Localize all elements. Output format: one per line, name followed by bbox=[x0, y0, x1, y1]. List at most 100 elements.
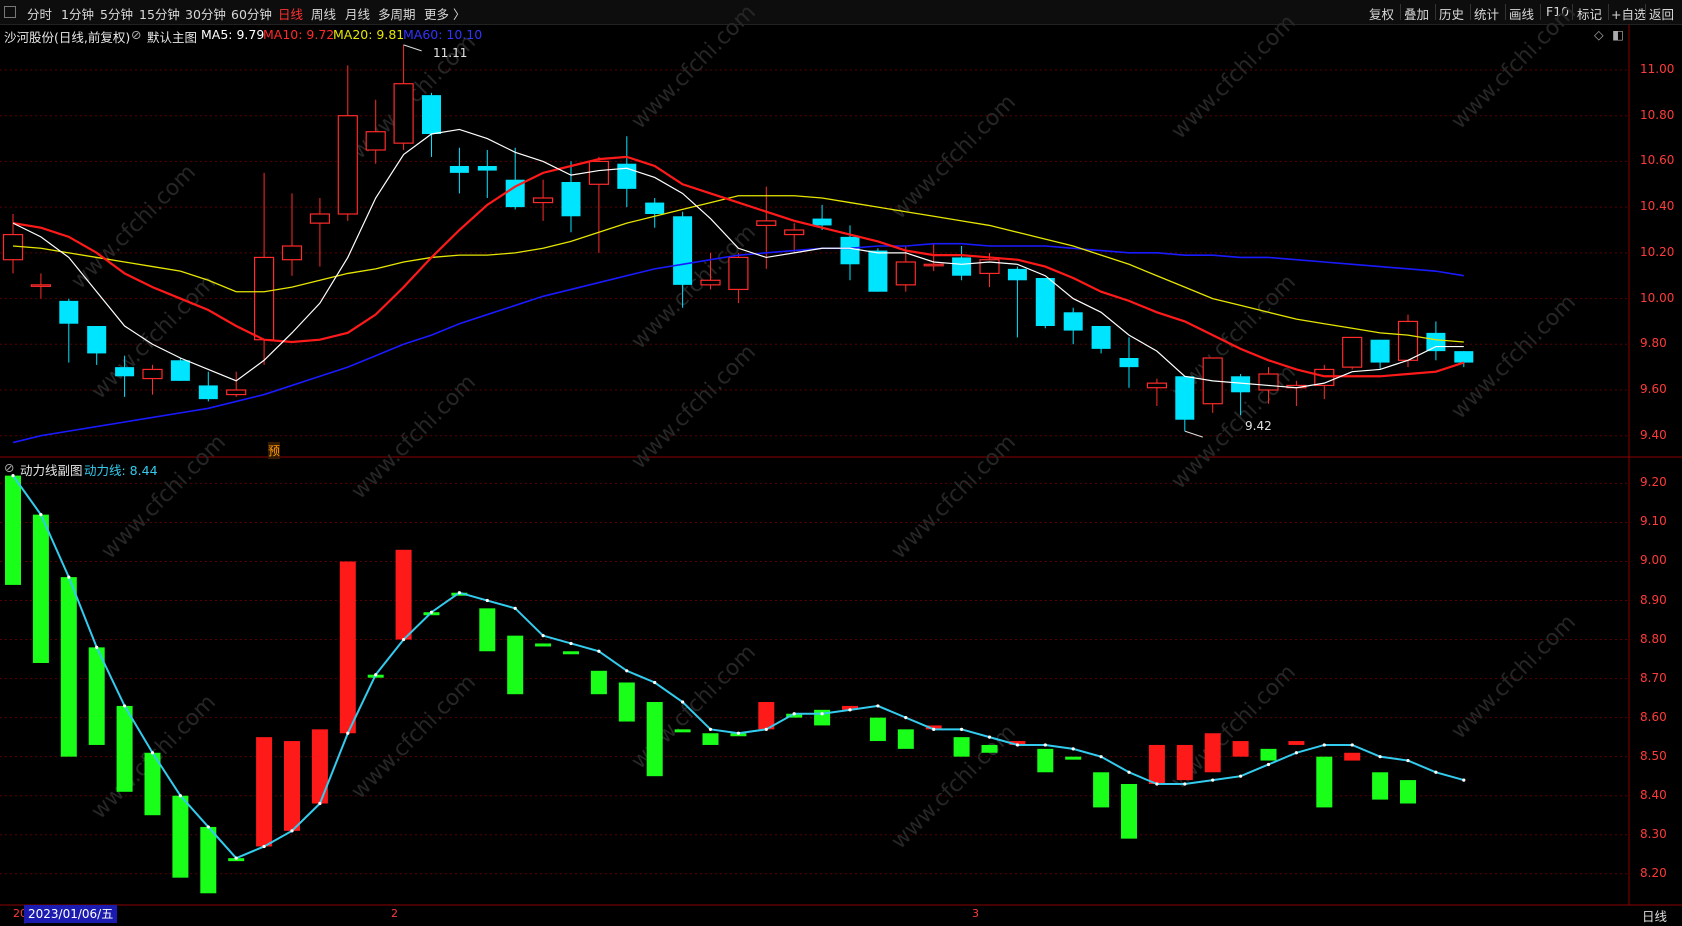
watermark-text: www.cfchi.com bbox=[627, 0, 761, 134]
power-point bbox=[597, 649, 601, 653]
sub-y-tick: 8.50 bbox=[1640, 748, 1667, 763]
power-line-label: 动力线: 8.44 bbox=[84, 463, 158, 478]
low-pointer bbox=[1184, 430, 1203, 438]
main-y-tick: 10.40 bbox=[1640, 199, 1675, 214]
candle-down bbox=[617, 163, 637, 189]
power-point bbox=[39, 513, 43, 517]
candle-down bbox=[1091, 326, 1111, 349]
power-bar-down bbox=[702, 733, 719, 745]
power-bar-down bbox=[1260, 748, 1277, 761]
power-bar-up bbox=[256, 737, 273, 847]
kline-chart[interactable]: www.cfchi.com www.cfchi.com www.cfchi.com w… bbox=[0, 0, 1682, 926]
power-point bbox=[485, 598, 489, 603]
low-price-marker: 9.42 bbox=[1245, 419, 1272, 433]
power-point bbox=[150, 751, 155, 755]
candle-up bbox=[281, 245, 303, 261]
candle-up bbox=[254, 256, 275, 341]
power-point bbox=[402, 637, 406, 642]
power-bar-up bbox=[1288, 741, 1305, 745]
main-y-tick: 10.80 bbox=[1640, 107, 1675, 122]
watermark-text: www.cfchi.com bbox=[67, 160, 201, 294]
candle-up bbox=[756, 220, 777, 227]
main-y-tick: 10.00 bbox=[1640, 290, 1675, 305]
candle-down bbox=[477, 166, 497, 171]
power-point bbox=[541, 634, 545, 638]
power-point bbox=[1266, 762, 1271, 767]
candle-up bbox=[365, 131, 386, 151]
candle-down bbox=[1007, 268, 1027, 281]
diamond-icon[interactable]: ◇ bbox=[1594, 27, 1604, 42]
candle-up bbox=[532, 197, 554, 204]
power-bar-down bbox=[116, 705, 133, 792]
sub-y-tick: 8.90 bbox=[1640, 592, 1667, 607]
power-bar-down bbox=[897, 729, 914, 749]
power-point bbox=[1434, 770, 1438, 774]
power-bar-down bbox=[869, 717, 886, 742]
main-y-tick: 11.00 bbox=[1640, 62, 1675, 76]
candle-down bbox=[87, 326, 107, 354]
watermark-text: www.cfchi.com bbox=[97, 430, 231, 564]
sub-y-tick: 9.20 bbox=[1640, 475, 1667, 490]
power-point bbox=[848, 708, 852, 712]
power-point bbox=[1350, 743, 1354, 747]
power-point bbox=[876, 704, 880, 708]
power-bar-down bbox=[32, 514, 49, 663]
candle-up bbox=[226, 389, 247, 396]
sub-y-tick: 8.60 bbox=[1640, 709, 1667, 724]
candle-up bbox=[30, 284, 51, 287]
candle-up bbox=[895, 261, 916, 286]
high-pointer bbox=[403, 44, 422, 52]
power-bar-down bbox=[5, 475, 21, 585]
candle-up bbox=[1342, 336, 1363, 368]
watermark-text: www.cfchi.com bbox=[887, 90, 1021, 224]
power-point bbox=[67, 575, 71, 579]
power-bar-down bbox=[1121, 783, 1137, 839]
candle-down bbox=[1063, 312, 1083, 331]
power-point bbox=[987, 735, 992, 739]
ma20-label: MA20: 9.81 bbox=[333, 27, 405, 42]
power-point bbox=[206, 825, 210, 829]
main-y-tick: 9.80 bbox=[1640, 336, 1667, 351]
power-point bbox=[932, 727, 936, 731]
power-point bbox=[1183, 782, 1187, 786]
power-bar-down bbox=[88, 647, 105, 745]
candle-up bbox=[337, 115, 358, 215]
sub-indicator-name[interactable]: 动力线副图 bbox=[20, 460, 83, 479]
month-mark-2: 2 bbox=[391, 907, 398, 920]
panel-icon[interactable]: ◧ bbox=[1612, 27, 1624, 42]
power-bar-down bbox=[981, 744, 998, 753]
main-indicator-name[interactable]: 默认主图 bbox=[147, 27, 197, 46]
sub-indicator-toggle-icon[interactable]: ⊘ bbox=[4, 460, 14, 475]
indicator-toggle-icon[interactable]: ⊘ bbox=[131, 27, 141, 42]
stock-title: 沙河股份(日线,前复权) bbox=[4, 30, 131, 45]
power-point bbox=[792, 712, 796, 716]
sub-y-tick: 8.20 bbox=[1640, 865, 1667, 880]
power-bar-up bbox=[1176, 744, 1193, 781]
power-bar-down bbox=[953, 737, 970, 757]
power-point bbox=[820, 712, 824, 716]
power-point bbox=[569, 641, 573, 646]
candle-up bbox=[728, 256, 749, 291]
candle-down bbox=[198, 385, 218, 400]
power-point bbox=[318, 801, 322, 806]
watermark-text: www.cfchi.com bbox=[887, 430, 1021, 564]
main-y-tick: 9.40 bbox=[1640, 427, 1667, 442]
candle-down bbox=[1454, 351, 1474, 363]
month-mark-3: 3 bbox=[972, 907, 979, 920]
period-tab-daily[interactable]: 日线 bbox=[1642, 906, 1667, 925]
power-bar-up bbox=[284, 741, 300, 831]
candle-up bbox=[923, 263, 944, 267]
power-bar-down bbox=[1037, 748, 1054, 773]
candle-down bbox=[422, 95, 441, 134]
power-point bbox=[1099, 755, 1103, 759]
power-point bbox=[346, 731, 350, 735]
power-point bbox=[234, 856, 238, 860]
candle-up bbox=[1397, 320, 1419, 361]
power-point bbox=[625, 669, 629, 673]
power-bar-down bbox=[590, 670, 607, 695]
power-point bbox=[1155, 782, 1159, 786]
power-point bbox=[429, 610, 434, 614]
sub-y-tick: 9.00 bbox=[1640, 553, 1667, 568]
power-bar-down bbox=[507, 635, 524, 695]
power-point bbox=[1043, 743, 1047, 747]
